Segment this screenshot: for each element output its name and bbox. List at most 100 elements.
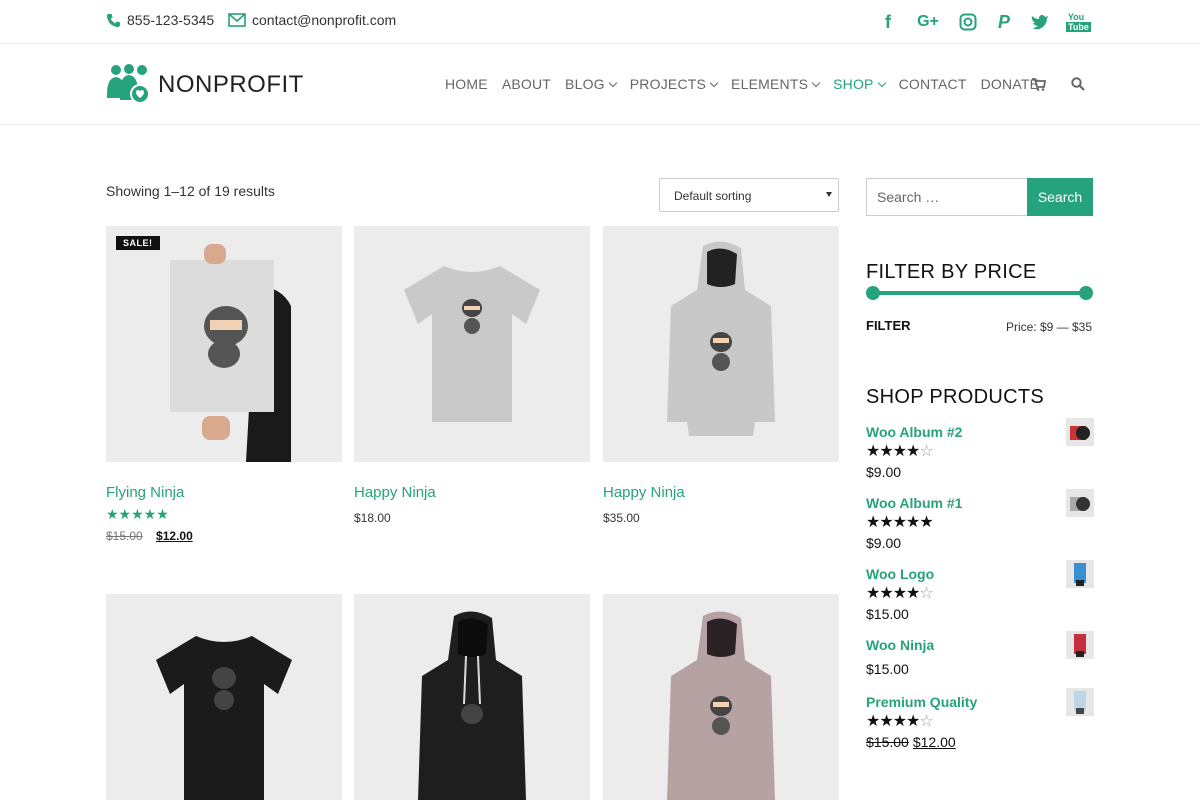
main-nav: HOME ABOUT BLOG PROJECTS ELEMENTS SHOP C… (445, 76, 1053, 92)
product-card[interactable]: Happy Ninja $35.00 (603, 226, 839, 525)
poster-image (106, 226, 342, 462)
phone-number: 855-123-5345 (127, 12, 215, 28)
tshirt-image (354, 226, 590, 462)
top-bar: 855-123-5345 contact@nonprofit.com f G+ … (0, 0, 1200, 44)
product-image[interactable] (603, 594, 839, 800)
hoodie-image (603, 594, 839, 800)
search-placeholder: Search … (877, 189, 940, 205)
nav-shop[interactable]: SHOP (833, 76, 886, 92)
nav-home-label: HOME (445, 76, 488, 92)
product-thumbnail[interactable] (1066, 631, 1094, 659)
nav-about[interactable]: ABOUT (502, 76, 551, 92)
price-slider-track[interactable] (872, 291, 1086, 295)
nav-home[interactable]: HOME (445, 76, 488, 92)
product-link[interactable]: Woo Ninja (866, 637, 1094, 653)
list-item[interactable]: Woo Logo ★★★★☆ $15.00 (866, 560, 1094, 622)
product-image[interactable] (354, 594, 590, 800)
nav-elements[interactable]: ELEMENTS (731, 76, 821, 92)
product-thumbnail[interactable] (1066, 688, 1094, 716)
google-plus-icon[interactable]: G+ (914, 10, 942, 34)
product-price: $15.00 $12.00 (106, 529, 342, 543)
hoodie-image (354, 594, 590, 800)
phone-icon (106, 13, 121, 27)
list-item[interactable]: Woo Ninja $15.00 (866, 631, 1094, 677)
sort-select[interactable]: Default sorting (659, 178, 839, 212)
product-price: $15.00 (866, 661, 909, 677)
product-link[interactable]: Woo Album #2 (866, 424, 1094, 440)
chevron-down-icon (877, 78, 886, 87)
product-link[interactable]: Woo Album #1 (866, 495, 1094, 511)
youtube-icon[interactable]: You Tube (1066, 10, 1091, 34)
tshirt-image (106, 594, 342, 800)
social-links: f G+ P You Tube (878, 10, 1091, 34)
dropdown-arrow-icon (826, 192, 832, 197)
nav-blog[interactable]: BLOG (565, 76, 618, 92)
nav-donate-label: DONATE (980, 76, 1040, 92)
product-price: $9.00 (866, 464, 902, 480)
list-item[interactable]: Woo Album #1 ★★★★★ $9.00 (866, 489, 1094, 551)
product-thumbnail[interactable] (1066, 489, 1094, 517)
rating-stars: ★★★★☆ (866, 443, 934, 460)
search-input[interactable]: Search … (866, 178, 1027, 216)
site-logo[interactable]: NONPROFIT (106, 64, 304, 106)
nav-projects[interactable]: PROJECTS (629, 76, 719, 92)
price-slider-max-handle[interactable] (1079, 286, 1093, 300)
list-item[interactable]: Woo Album #2 ★★★★☆ $9.00 (866, 418, 1094, 480)
chevron-down-icon (811, 78, 821, 87)
sale-price: $12.00 (156, 529, 193, 543)
product-price: $35.00 (603, 511, 640, 525)
search-button[interactable]: Search (1027, 178, 1093, 216)
product-card[interactable]: Happy Ninja $18.00 (354, 226, 590, 525)
twitter-icon[interactable] (1030, 10, 1050, 34)
nav-shop-label: SHOP (833, 76, 874, 92)
results-count: Showing 1–12 of 19 results (106, 183, 275, 199)
rating-stars: ★★★★★ (866, 514, 934, 531)
product-name[interactable]: Happy Ninja (603, 484, 839, 501)
nav-contact-label: CONTACT (898, 76, 967, 92)
cart-icon[interactable] (1032, 77, 1046, 91)
product-card[interactable] (603, 594, 839, 800)
old-price: $15.00 (866, 734, 909, 750)
nav-contact[interactable]: CONTACT (899, 76, 967, 92)
price-slider-min-handle[interactable] (866, 286, 880, 300)
product-card[interactable] (106, 594, 342, 800)
old-price: $15.00 (106, 529, 143, 543)
paypal-icon[interactable]: P (994, 10, 1014, 34)
product-price: $15.00 (866, 606, 909, 622)
sale-badge: SALE! (116, 236, 160, 250)
email-contact[interactable]: contact@nonprofit.com (228, 12, 396, 28)
chevron-down-icon (709, 78, 719, 87)
product-thumbnail[interactable] (1066, 418, 1094, 446)
list-item[interactable]: Premium Quality ★★★★☆ $15.00 $12.00 (866, 688, 1094, 750)
product-price: $18.00 (354, 511, 391, 525)
nav-elements-label: ELEMENTS (731, 76, 809, 92)
nav-blog-label: BLOG (565, 76, 605, 92)
rating-stars: ★★★★☆ (866, 585, 934, 602)
phone-contact[interactable]: 855-123-5345 (106, 12, 214, 28)
product-thumbnail[interactable] (1066, 560, 1094, 588)
product-name[interactable]: Flying Ninja (106, 484, 342, 501)
product-link[interactable]: Premium Quality (866, 694, 1094, 710)
product-link[interactable]: Woo Logo (866, 566, 1094, 582)
product-price: $15.00 $12.00 (866, 734, 1094, 750)
product-image[interactable] (354, 226, 590, 462)
filter-title: FILTER BY PRICE (866, 261, 1037, 283)
sale-price: $12.00 (912, 734, 956, 750)
product-card[interactable] (354, 594, 590, 800)
nav-donate[interactable]: DONATE (981, 76, 1040, 92)
product-image[interactable] (106, 594, 342, 800)
nav-projects-label: PROJECTS (629, 76, 707, 92)
sort-select-value: Default sorting (674, 189, 752, 203)
product-image[interactable] (603, 226, 839, 462)
facebook-icon[interactable]: f (878, 10, 898, 34)
search-icon[interactable] (1071, 77, 1085, 91)
product-card[interactable]: SALE! Flying Ninja ★★★★★ $15.00 $12.00 (106, 226, 342, 543)
hoodie-image (603, 226, 839, 462)
product-image[interactable]: SALE! (106, 226, 342, 462)
filter-button[interactable]: FILTER (866, 318, 911, 333)
logo-icon (107, 64, 150, 104)
instagram-icon[interactable] (958, 10, 978, 34)
shop-products-title: SHOP PRODUCTS (866, 386, 1045, 408)
product-name[interactable]: Happy Ninja (354, 484, 590, 501)
product-price: $9.00 (866, 535, 902, 551)
